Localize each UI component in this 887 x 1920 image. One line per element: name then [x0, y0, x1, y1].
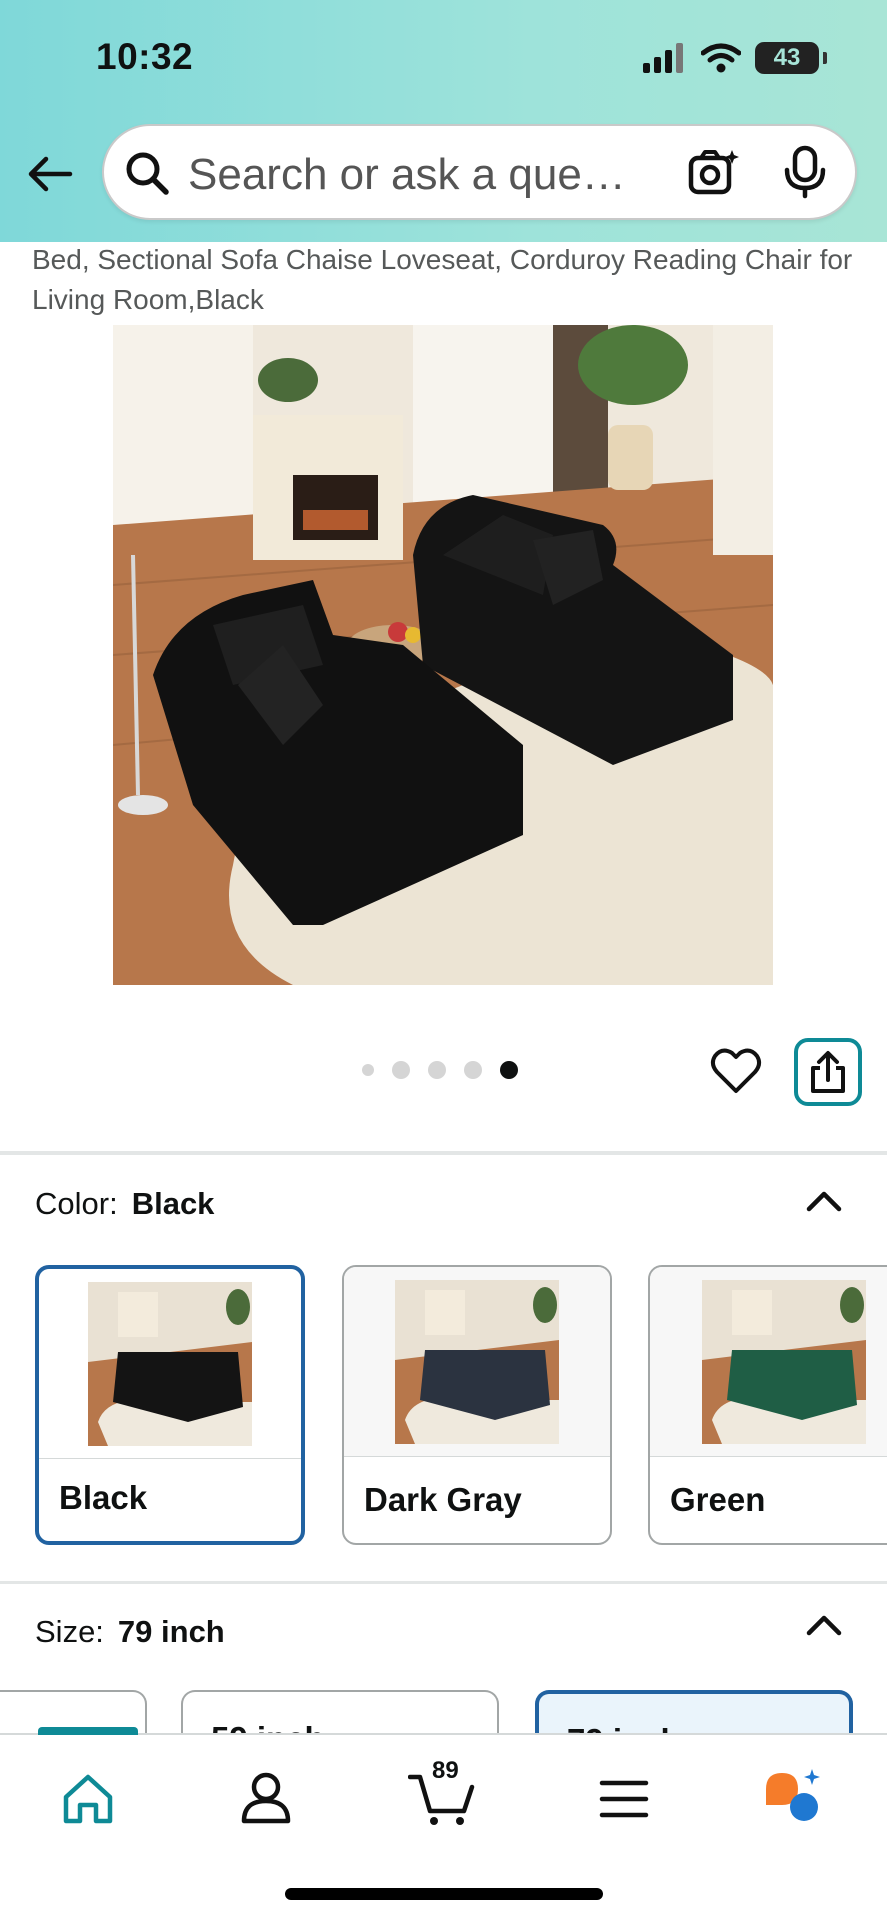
nav-active-indicator	[38, 1727, 138, 1735]
color-label: Color: Black	[35, 1186, 214, 1222]
account-icon[interactable]	[236, 1767, 296, 1827]
carousel-dot-active[interactable]	[500, 1061, 518, 1079]
microphone-icon[interactable]	[782, 144, 828, 200]
battery-icon: 43	[755, 42, 819, 74]
search-bar[interactable]: Search or ask a que…	[102, 124, 857, 220]
swatch-thumbnail	[39, 1269, 301, 1459]
product-title: Bed, Sectional Sofa Chaise Loveseat, Cor…	[32, 244, 853, 315]
color-option-black[interactable]: Black	[35, 1265, 305, 1545]
swatch-label: Dark Gray	[364, 1481, 522, 1518]
rufus-icon[interactable]	[762, 1765, 826, 1829]
back-arrow-icon[interactable]	[26, 150, 74, 198]
carousel-dots[interactable]	[362, 1061, 518, 1079]
wifi-icon	[701, 43, 741, 73]
share-icon	[811, 1051, 845, 1093]
search-icon	[126, 152, 169, 195]
menu-icon[interactable]	[594, 1769, 654, 1829]
divider	[0, 1151, 887, 1155]
divider	[0, 1581, 887, 1584]
product-image[interactable]	[113, 325, 773, 985]
home-indicator	[285, 1888, 603, 1900]
home-icon[interactable]	[58, 1769, 118, 1829]
color-option-dark-gray[interactable]: Dark Gray	[342, 1265, 612, 1545]
heart-icon[interactable]	[710, 1045, 762, 1097]
status-time: 10:32	[96, 36, 194, 77]
signal-icon	[643, 43, 683, 73]
top-header: 10:32 43 Search or ask a que…	[0, 0, 887, 242]
swatch-thumbnail	[344, 1267, 610, 1457]
swatch-thumbnail	[650, 1267, 887, 1457]
chevron-up-icon[interactable]	[804, 1188, 844, 1214]
swatch-label: Green	[670, 1481, 766, 1518]
battery-level: 43	[773, 44, 801, 71]
color-label-text: Color:	[35, 1186, 118, 1221]
search-input[interactable]: Search or ask a que…	[188, 150, 626, 200]
color-selected-value: Black	[131, 1186, 215, 1221]
swatch-label: Black	[59, 1479, 148, 1516]
carousel-dot[interactable]	[428, 1061, 446, 1079]
carousel-dot[interactable]	[464, 1061, 482, 1079]
chevron-up-icon[interactable]	[804, 1612, 844, 1638]
carousel-dot[interactable]	[392, 1061, 410, 1079]
cart-icon[interactable]	[408, 1769, 478, 1829]
size-label: Size: 79 inch	[35, 1614, 225, 1650]
color-option-green[interactable]: Green	[648, 1265, 887, 1545]
share-button[interactable]	[794, 1038, 862, 1106]
status-icons: 43	[643, 42, 827, 74]
size-label-text: Size:	[35, 1614, 104, 1649]
size-selected-value: 79 inch	[117, 1614, 225, 1649]
carousel-dot[interactable]	[362, 1064, 374, 1076]
camera-icon[interactable]	[686, 146, 740, 200]
